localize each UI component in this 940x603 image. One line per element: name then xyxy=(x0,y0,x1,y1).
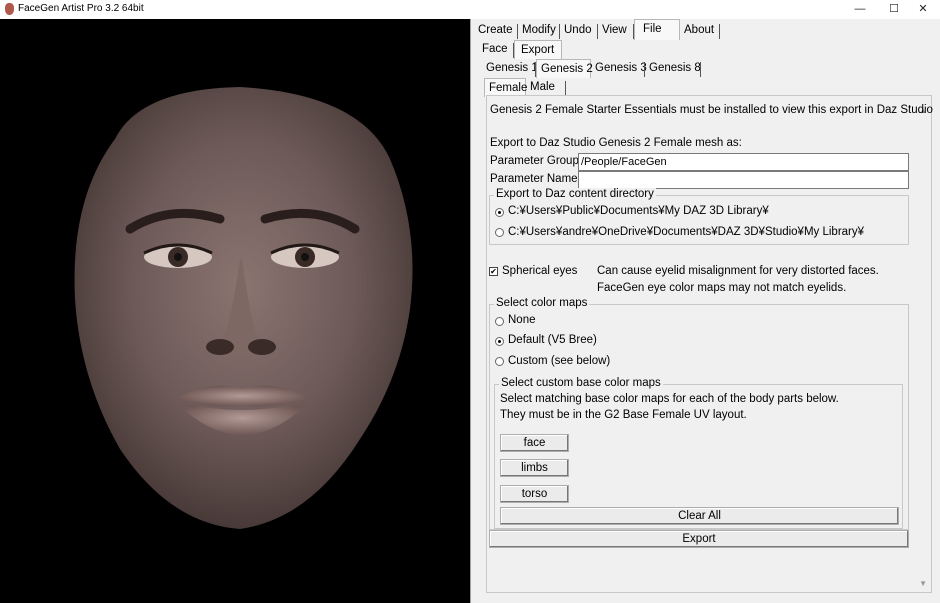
title-bar: FaceGen Artist Pro 3.2 64bit — ☐ ✕ xyxy=(0,0,940,19)
tab-genesis-1[interactable]: Genesis 1 xyxy=(482,59,538,78)
tab-genesis-8[interactable]: Genesis 8 xyxy=(645,59,701,78)
spherical-eyes-note-1: Can cause eyelid misalignment for very d… xyxy=(597,265,879,277)
close-button[interactable]: ✕ xyxy=(906,0,940,19)
parameter-group-input[interactable]: /People/FaceGen xyxy=(578,153,909,171)
dir-option-onedrive-label[interactable]: C:¥Users¥andre¥OneDrive¥Documents¥DAZ 3D… xyxy=(508,226,864,238)
dir-option-public-label[interactable]: C:¥Users¥Public¥Documents¥My DAZ 3D Libr… xyxy=(508,205,769,217)
clear-all-button[interactable]: Clear All xyxy=(500,507,899,525)
color-map-none-radio[interactable] xyxy=(495,317,504,326)
custom-maps-legend: Select custom base color maps xyxy=(499,377,663,389)
file-subtabs: Face Export xyxy=(478,40,938,59)
window-title: FaceGen Artist Pro 3.2 64bit xyxy=(18,3,144,14)
facegen-app-icon xyxy=(5,3,14,15)
tab-genesis-3[interactable]: Genesis 3 xyxy=(591,59,647,78)
color-map-default-radio[interactable] xyxy=(495,337,504,346)
color-map-none-label[interactable]: None xyxy=(508,314,536,326)
tab-about[interactable]: About xyxy=(680,21,720,40)
scroll-down-arrow-icon[interactable]: ▼ xyxy=(919,579,927,588)
color-map-default-label[interactable]: Default (V5 Bree) xyxy=(508,334,597,346)
content-directory-legend: Export to Daz content directory xyxy=(494,188,656,200)
dir-option-onedrive-radio[interactable] xyxy=(495,228,504,237)
limbs-map-button[interactable]: limbs xyxy=(500,459,569,477)
tab-undo[interactable]: Undo xyxy=(560,21,598,40)
color-map-custom-label[interactable]: Custom (see below) xyxy=(508,355,610,367)
mesh-heading: Export to Daz Studio Genesis 2 Female me… xyxy=(490,137,742,149)
main-menu-tabs: Create Modify Undo View File About xyxy=(474,19,934,40)
color-map-custom-radio[interactable] xyxy=(495,357,504,366)
color-maps-legend: Select color maps xyxy=(494,297,590,309)
spherical-eyes-checkbox[interactable]: ✔ xyxy=(489,267,498,276)
face-map-button[interactable]: face xyxy=(500,434,569,452)
face-render[interactable] xyxy=(60,79,420,539)
parameter-name-label: Parameter Name: xyxy=(490,173,581,185)
tab-genesis-2[interactable]: Genesis 2 xyxy=(536,59,593,78)
custom-instructions-2: They must be in the G2 Base Female UV la… xyxy=(500,409,747,421)
tab-modify[interactable]: Modify xyxy=(518,21,560,40)
tab-file[interactable]: File xyxy=(634,19,680,40)
tab-export[interactable]: Export xyxy=(514,40,562,59)
minimize-button[interactable]: — xyxy=(843,0,877,19)
genesis-tabs: Genesis 1 Genesis 2 Genesis 3 Genesis 8 xyxy=(482,59,922,78)
dir-option-public-radio[interactable] xyxy=(495,208,504,217)
face-viewport[interactable] xyxy=(0,19,470,603)
spherical-eyes-label[interactable]: Spherical eyes xyxy=(502,265,577,277)
tab-create[interactable]: Create xyxy=(474,21,518,40)
torso-map-button[interactable]: torso xyxy=(500,485,569,503)
install-notice: Genesis 2 Female Starter Essentials must… xyxy=(490,104,933,116)
parameter-name-input[interactable] xyxy=(578,171,909,189)
parameter-group-label: Parameter Group: xyxy=(490,155,583,167)
export-button[interactable]: Export xyxy=(489,530,909,548)
spherical-eyes-note-2: FaceGen eye color maps may not match eye… xyxy=(597,282,847,294)
custom-instructions-1: Select matching base color maps for each… xyxy=(500,393,839,405)
tab-view[interactable]: View xyxy=(598,21,634,40)
tab-face[interactable]: Face xyxy=(478,40,514,59)
